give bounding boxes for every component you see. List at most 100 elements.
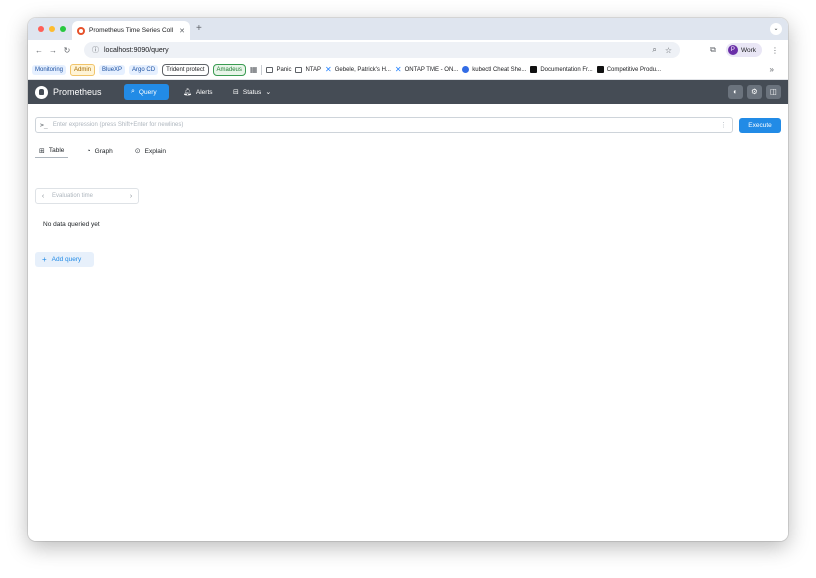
graph-icon: ◔ <box>86 147 91 155</box>
browser-window: Prometheus Time Series Coll ✕ + ⌄ ← → ↻ … <box>28 18 788 541</box>
apps-grid-icon[interactable]: ▦ <box>250 65 258 74</box>
tab-table-label: Table <box>48 147 65 154</box>
reload-icon[interactable]: ↻ <box>60 46 74 55</box>
query-page: >_ Enter expression (press Shift+Enter f… <box>28 104 788 541</box>
panel-layout-button[interactable]: ◫ <box>766 85 781 99</box>
browser-tab-prometheus[interactable]: Prometheus Time Series Coll ✕ <box>72 21 190 40</box>
bookmark-label: Documentation Fr... <box>540 66 593 73</box>
bookmark-folder-panic[interactable]: Panic <box>266 66 292 73</box>
expression-input[interactable]: >_ Enter expression (press Shift+Enter f… <box>35 117 733 133</box>
address-bar[interactable]: ⓘ localhost:9090/query ⌕ ☆ <box>84 42 680 58</box>
bookmarks-bar: Monitoring Admin BlueXP Argo CD Trident … <box>28 60 788 80</box>
extensions-icon[interactable]: ⧉ <box>706 45 720 55</box>
bookmark-separator <box>261 64 263 75</box>
bookmark-folder-ntap[interactable]: NTAP <box>295 66 322 73</box>
bookmark-documentation[interactable]: Documentation Fr... <box>530 66 593 73</box>
confluence-icon: ✕ <box>325 65 332 74</box>
bookmark-competitive[interactable]: Competitive Produ... <box>596 66 662 73</box>
tab-explain[interactable]: ⊙ Explain <box>131 144 170 158</box>
tab-title: Prometheus Time Series Coll <box>89 27 174 34</box>
nav-status-dropdown[interactable]: ⊟ Status ⌄ <box>233 84 271 100</box>
contrast-icon: ◐ <box>733 87 738 96</box>
bookmark-label: NTAP <box>305 66 322 73</box>
folder-icon <box>295 66 303 73</box>
bookmark-trident-protect[interactable]: Trident protect <box>162 63 209 76</box>
add-query-label: Add query <box>51 256 82 263</box>
expression-menu-icon[interactable]: ⋮ <box>720 121 727 129</box>
bookmark-label: ONTAP TME - ON... <box>404 66 459 73</box>
terminal-prompt-icon: >_ <box>40 121 48 129</box>
chevron-down-icon: ⌄ <box>265 89 272 96</box>
kebab-menu-icon[interactable]: ⋮ <box>768 46 782 55</box>
minimize-window-button[interactable] <box>49 26 55 32</box>
nav-status-label: Status <box>242 88 262 96</box>
bookmark-label: kubectl Cheat She... <box>472 66 527 73</box>
tab-close-icon[interactable]: ✕ <box>179 27 185 35</box>
bookmark-bluexp[interactable]: BlueXP <box>99 64 126 75</box>
bookmark-argo-cd[interactable]: Argo CD <box>129 64 159 75</box>
explain-icon: ⊙ <box>134 148 141 155</box>
tab-graph-label: Graph <box>94 147 113 155</box>
nav-alerts-label: Alerts <box>195 88 213 96</box>
folder-icon <box>266 66 274 73</box>
bookmark-amadeus[interactable]: Amadeus <box>212 63 246 76</box>
bookmark-label: Gebele, Patrick's H... <box>334 66 391 73</box>
confluence-icon: ✕ <box>394 65 402 74</box>
zoom-icon[interactable]: ⌕ <box>652 45 656 55</box>
bookmark-kubectl[interactable]: kubectl Cheat She... <box>462 66 526 73</box>
tab-table[interactable]: ⊞ Table <box>35 144 69 158</box>
chevron-left-icon[interactable]: ‹ <box>36 193 50 200</box>
profile-button[interactable]: P Work <box>725 43 762 57</box>
prometheus-favicon-icon <box>77 26 85 35</box>
tab-strip: Prometheus Time Series Coll ✕ + ⌄ <box>28 18 788 40</box>
add-query-button[interactable]: + Add query <box>35 252 94 267</box>
address-bar-url[interactable]: localhost:9090/query <box>104 47 644 54</box>
expression-placeholder[interactable]: Enter expression (press Shift+Enter for … <box>53 122 720 128</box>
tab-explain-label: Explain <box>144 147 166 155</box>
bookmarks-overflow-icon[interactable]: » <box>770 65 774 74</box>
notion-icon <box>530 66 538 73</box>
prometheus-header: Prometheus ⌕ Query 🔔︎ Alerts ⊟ Status ⌄ … <box>28 80 788 104</box>
close-window-button[interactable] <box>38 26 44 32</box>
server-icon: ⊟ <box>233 89 239 96</box>
back-arrow-icon[interactable]: ← <box>32 46 46 55</box>
bookmark-label: Competitive Produ... <box>606 66 662 73</box>
bookmark-admin[interactable]: Admin <box>70 63 96 76</box>
no-data-message: No data queried yet <box>43 221 100 228</box>
maximize-window-button[interactable] <box>60 26 66 32</box>
star-icon[interactable]: ☆ <box>665 46 672 55</box>
nav-query-button[interactable]: ⌕ Query <box>124 84 169 100</box>
plus-icon: + <box>42 255 47 264</box>
forward-arrow-icon[interactable]: → <box>46 46 60 55</box>
settings-button[interactable]: ⚙︎ <box>747 85 762 99</box>
site-info-icon[interactable]: ⓘ <box>92 45 99 55</box>
kubernetes-icon <box>462 66 470 73</box>
table-icon: ⊞ <box>39 147 45 155</box>
nav-query-label: Query <box>138 88 157 96</box>
view-tabs: ⊞ Table ◔ Graph ⊙ Explain <box>35 144 170 158</box>
evaluation-time-input[interactable]: Evaluation time <box>50 193 124 199</box>
columns-icon: ◫ <box>769 87 778 96</box>
new-tab-button[interactable]: + <box>196 23 202 35</box>
toolbar-right: ⧉ P Work ⋮ <box>706 43 782 57</box>
browser-toolbar: ← → ↻ ⓘ localhost:9090/query ⌕ ☆ ⧉ P Wor… <box>28 40 788 60</box>
tab-graph[interactable]: ◔ Graph <box>82 144 116 158</box>
gear-icon: ⚙︎ <box>751 87 758 96</box>
search-icon: ⌕ <box>131 88 135 95</box>
notion-icon <box>596 66 604 73</box>
chevron-right-icon[interactable]: › <box>124 193 138 200</box>
bell-icon: 🔔︎ <box>183 89 192 96</box>
bookmark-monitoring[interactable]: Monitoring <box>32 64 67 75</box>
prometheus-logo-icon[interactable] <box>35 85 48 99</box>
avatar: P <box>727 45 738 55</box>
bookmark-ontap-tme[interactable]: ✕ ONTAP TME - ON... <box>394 65 459 74</box>
bookmark-gebele[interactable]: ✕ Gebele, Patrick's H... <box>325 65 391 74</box>
tab-search-button[interactable]: ⌄ <box>770 23 782 35</box>
nav-alerts-button[interactable]: 🔔︎ Alerts <box>183 84 213 100</box>
profile-name: Work <box>740 46 756 54</box>
bookmark-label: Panic <box>276 66 292 73</box>
app-title[interactable]: Prometheus <box>53 87 102 97</box>
execute-button[interactable]: Execute <box>739 118 781 133</box>
theme-toggle-button[interactable]: ◐ <box>728 85 743 99</box>
evaluation-time-picker: ‹ Evaluation time › <box>35 188 139 204</box>
